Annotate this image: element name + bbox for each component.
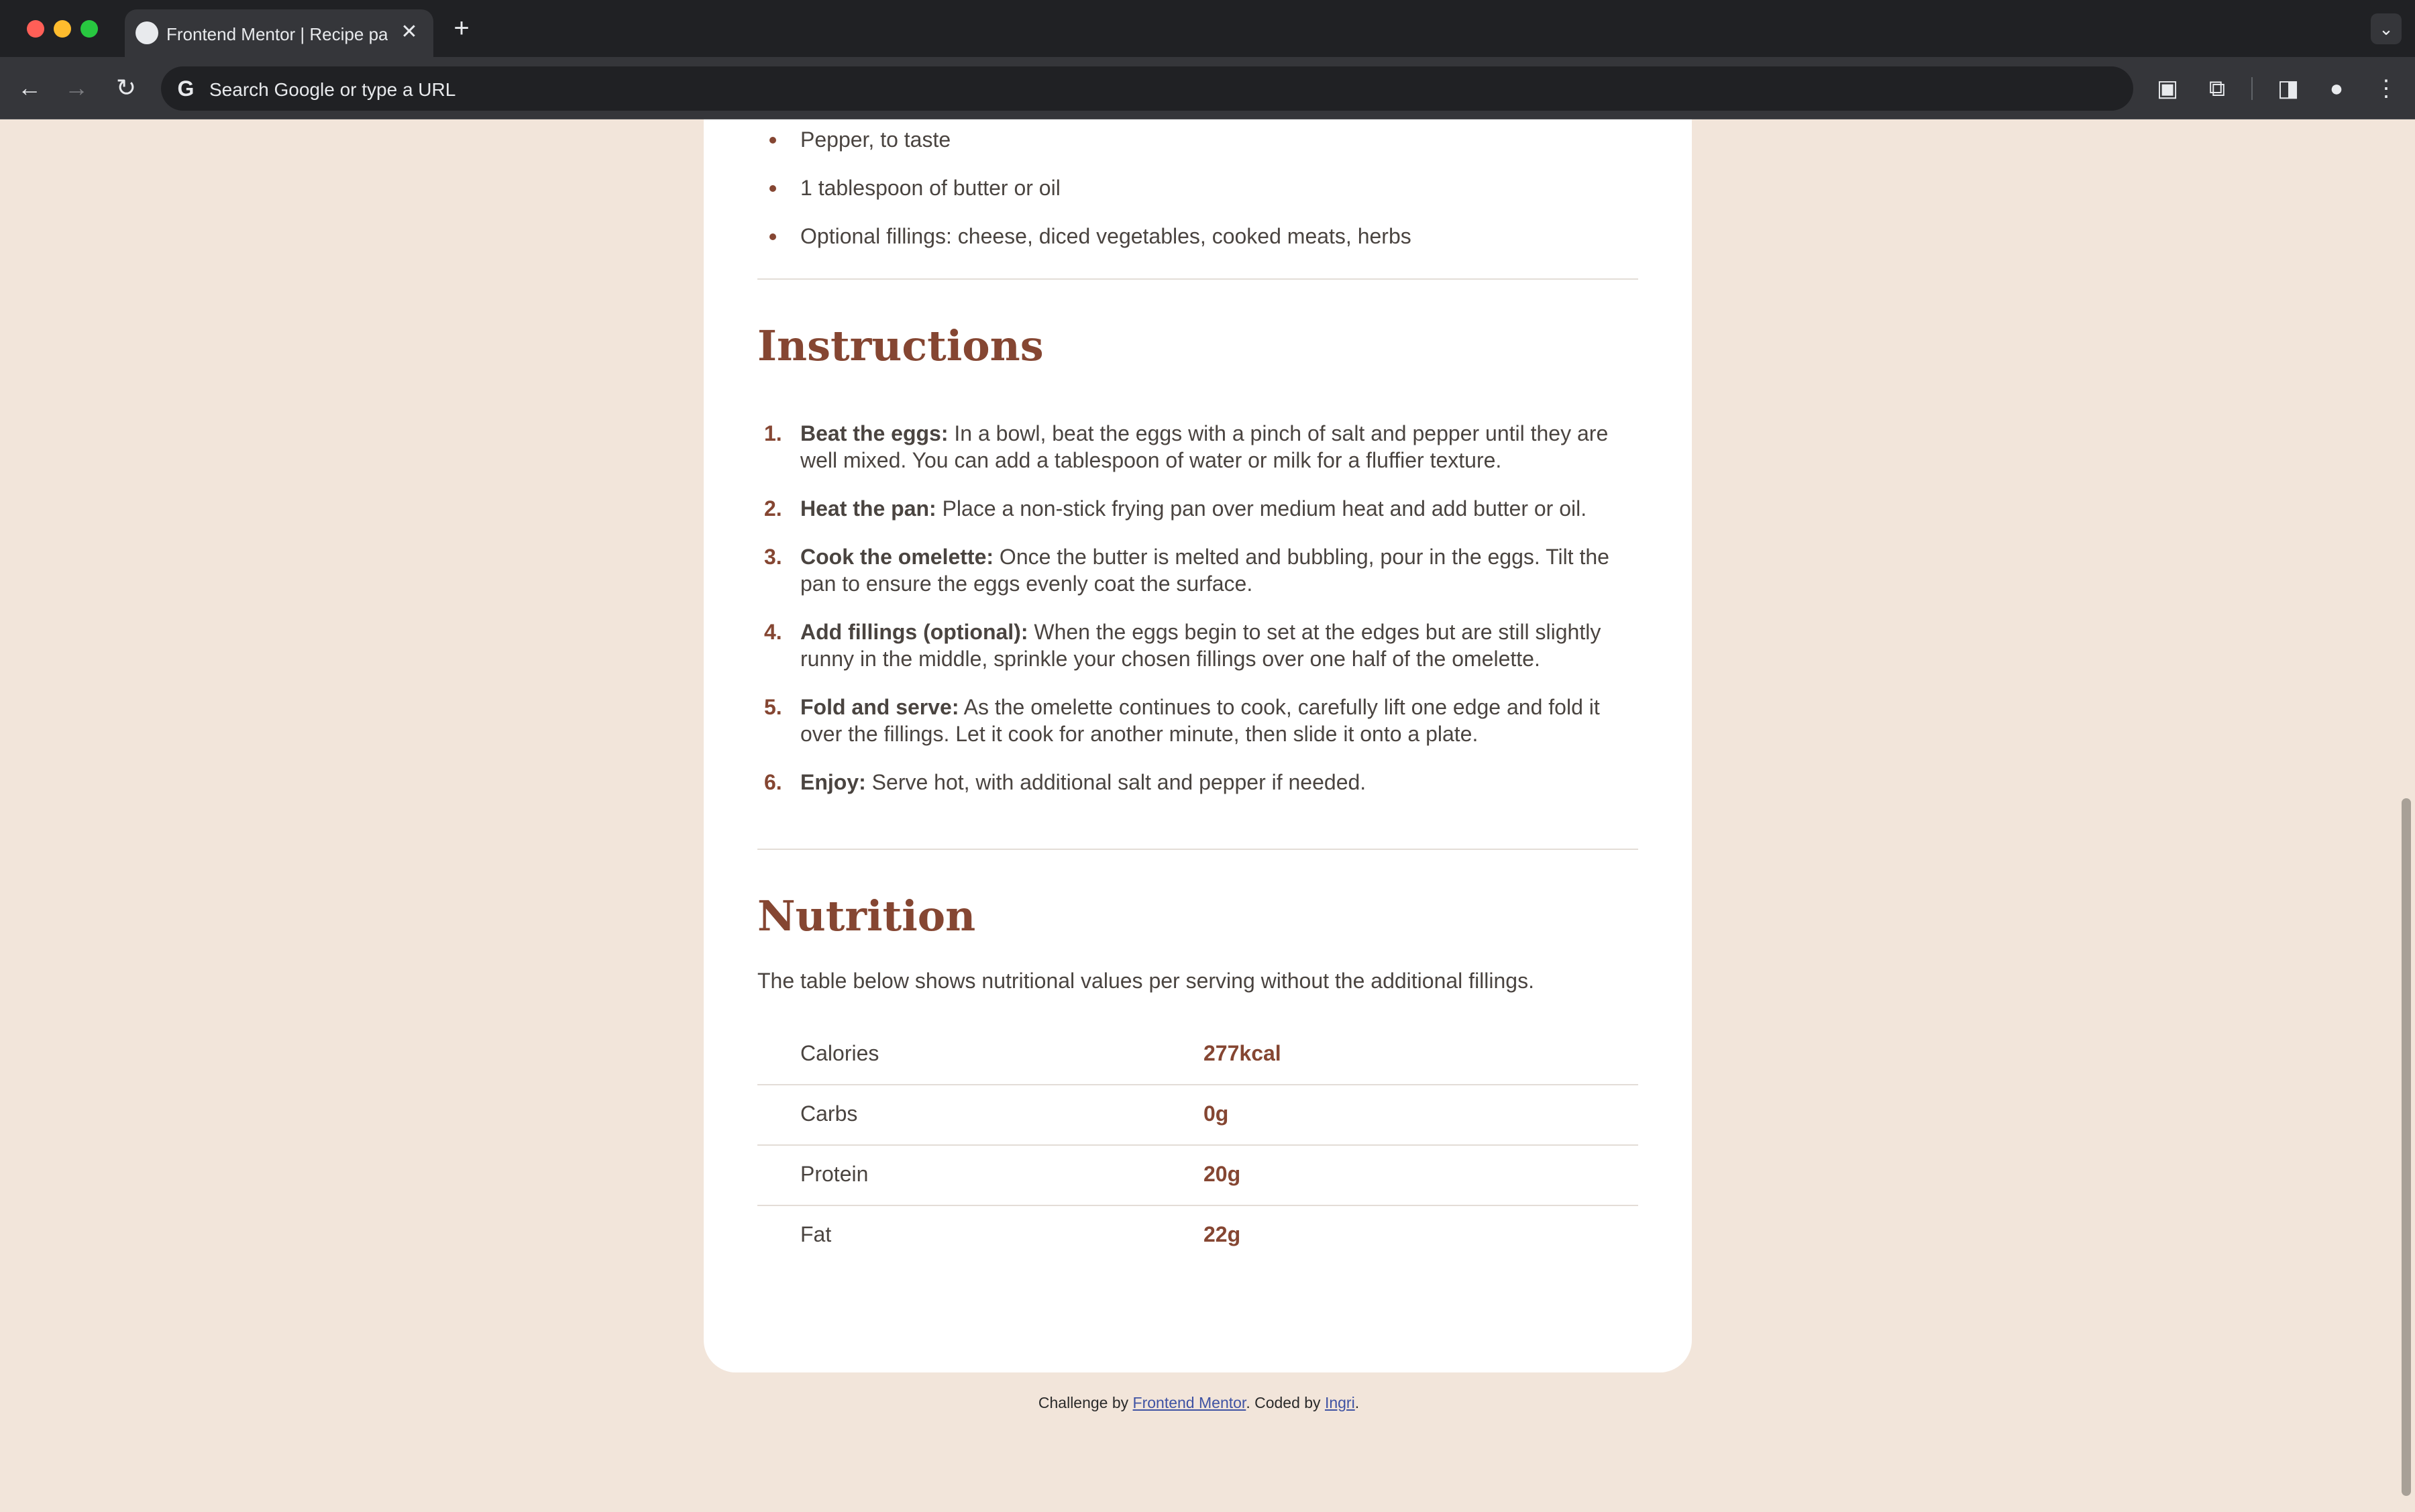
forward-icon[interactable]: → [62,73,91,103]
scrollbar-thumb[interactable] [2402,798,2411,1496]
section-divider [757,849,1638,850]
puzzle-icon[interactable]: ⧉ [2200,72,2234,105]
table-row: Calories 277kcal [757,1025,1638,1085]
ingredient-text: Optional fillings: cheese, diced vegetab… [800,224,1411,248]
author-link[interactable]: Ingri [1325,1394,1355,1411]
list-item: Pepper, to taste [757,126,1638,153]
tab-list-icon[interactable]: ⌄ [2371,13,2402,44]
attribution-suffix: . [1354,1394,1360,1411]
section-divider [757,278,1638,280]
nutrition-label: Carbs [800,1101,858,1126]
reload-icon[interactable]: ↻ [111,73,141,103]
tab-title: Frontend Mentor | Recipe page [166,24,388,44]
address-bar[interactable]: G Search Google or type a URL [161,66,2133,111]
browser-toolbar: ← → ↻ G Search Google or type a URL ▣ ⧉ … [0,57,2415,119]
instructions-heading: Instructions [757,321,1044,370]
step-number: 5. [764,695,782,719]
frontend-mentor-link[interactable]: Frontend Mentor [1133,1394,1246,1411]
list-item: 1 tablespoon of butter or oil [757,174,1638,201]
nutrition-label: Protein [800,1162,869,1186]
nutrition-value: 20g [1203,1162,1241,1186]
step-text: Serve hot, with additional salt and pepp… [865,770,1366,794]
toolbar-separator [2251,77,2253,100]
step-number: 1. [764,421,782,445]
window-maximize-button[interactable] [80,20,98,38]
recipe-card: Pepper, to taste 1 tablespoon of butter … [704,119,1692,1372]
attribution: Challenge by Frontend Mentor. Coded by I… [0,1394,2398,1412]
page-viewport: Pepper, to taste 1 tablespoon of butter … [0,119,2398,1512]
step-title: Add fillings (optional): [800,620,1028,644]
nutrition-heading: Nutrition [757,892,976,940]
nutrition-value: 0g [1203,1101,1229,1126]
menu-icon[interactable]: ⋮ [2369,72,2403,105]
bullet-icon [769,137,776,144]
profile-icon[interactable]: ● [2320,72,2353,105]
step-title: Fold and serve: [800,695,959,719]
step-number: 6. [764,770,782,794]
step-number: 4. [764,620,782,644]
step-number: 2. [764,496,782,521]
table-row: Protein 20g [757,1146,1638,1206]
close-icon[interactable]: ✕ [397,20,421,44]
window-close-button[interactable] [27,20,44,38]
attribution-middle: . Coded by [1246,1394,1325,1411]
ingredient-text: 1 tablespoon of butter or oil [800,176,1061,200]
window-minimize-button[interactable] [54,20,71,38]
address-bar-placeholder: Search Google or type a URL [209,79,456,100]
nutrition-description: The table below shows nutritional values… [757,969,1534,993]
bullet-icon [769,233,776,240]
browser-tab-strip: Frontend Mentor | Recipe page ✕ + ⌄ [0,0,2415,57]
nutrition-value: 22g [1203,1222,1241,1246]
list-item: Optional fillings: cheese, diced vegetab… [757,223,1638,250]
step-title: Beat the eggs: [800,421,949,445]
step-number: 3. [764,545,782,569]
bullet-icon [769,185,776,192]
browser-tab[interactable]: Frontend Mentor | Recipe page ✕ [125,9,433,57]
attribution-prefix: Challenge by [1038,1394,1133,1411]
back-icon[interactable]: ← [15,73,44,103]
nutrition-value: 277kcal [1203,1041,1281,1065]
step-title: Enjoy: [800,770,866,794]
google-icon: G [177,76,195,101]
side-panel-icon[interactable]: ◨ [2271,72,2305,105]
new-tab-icon[interactable]: + [448,15,475,42]
table-row: Carbs 0g [757,1085,1638,1146]
ingredient-text: Pepper, to taste [800,127,951,152]
step-title: Heat the pan: [800,496,936,521]
nutrition-label: Fat [800,1222,832,1246]
table-row: Fat 22g [757,1206,1638,1266]
step-title: Cook the omelette: [800,545,994,569]
favicon-icon [136,21,158,44]
nutrition-label: Calories [800,1041,879,1065]
extension-icon[interactable]: ▣ [2151,72,2184,105]
step-text: Place a non-stick frying pan over medium… [936,496,1587,521]
